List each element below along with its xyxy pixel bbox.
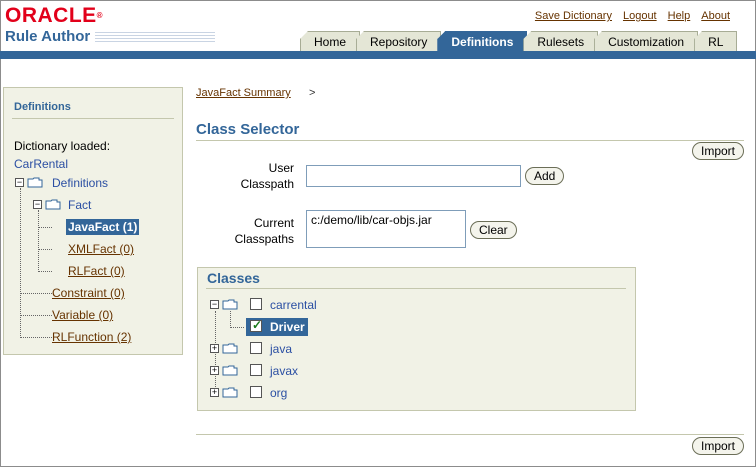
bottom-divider [196,434,744,435]
tree-line [20,188,21,336]
product-name: Rule Author [5,28,91,45]
class-node-carrental[interactable]: carrental [270,298,317,312]
collapse-icon[interactable]: − [15,178,24,187]
sidebar-divider [12,118,174,119]
classes-title: Classes [207,270,260,286]
folder-icon [222,387,238,398]
tree-line [38,249,52,250]
add-button[interactable]: Add [525,167,565,185]
breadcrumb-separator: > [309,87,316,99]
checkbox-javax[interactable] [250,364,262,376]
class-node-org[interactable]: org [270,386,287,400]
folder-icon [27,177,43,188]
folder-icon [222,299,238,310]
tree-line [38,210,39,270]
breadcrumb-javafact-summary[interactable]: JavaFact Summary [196,87,291,99]
tree-node-javafact[interactable]: JavaFact (1) [66,219,140,235]
tab-customization[interactable]: Customization [594,31,699,51]
page-title: Class Selector [196,121,300,138]
tree-node-variable[interactable]: Variable (0) [52,308,113,322]
help-link[interactable]: Help [668,10,691,22]
import-button-top[interactable]: Import [692,142,745,160]
clear-button[interactable]: Clear [470,221,517,239]
tab-home[interactable]: Home [300,31,361,51]
dictionary-loaded-label: Dictionary loaded: [14,139,111,153]
dictionary-name: CarRental [14,157,69,171]
tree-node-definitions[interactable]: Definitions [52,176,108,190]
classpath-entry[interactable]: c:/demo/lib/car-objs.jar [311,213,432,227]
oracle-logo: ORACLE® [5,4,104,27]
tree-node-fact[interactable]: Fact [68,198,91,212]
current-classpaths-list[interactable]: c:/demo/lib/car-objs.jar [306,210,466,248]
tab-rulesets[interactable]: Rulesets [523,31,599,51]
checkbox-java[interactable] [250,342,262,354]
expand-icon[interactable]: + [210,344,219,353]
class-node-driver[interactable]: Driver [270,320,305,334]
tree-line [20,337,52,338]
checkbox-driver[interactable] [250,318,262,332]
tree-node-xmlfact[interactable]: XMLFact (0) [68,242,134,256]
current-classpaths-label: Current Classpaths [234,216,294,246]
expand-icon[interactable]: + [210,366,219,375]
save-dictionary-link[interactable]: Save Dictionary [535,10,612,22]
tree-line [38,227,52,228]
product-decoration [95,32,215,42]
tab-repository[interactable]: Repository [356,31,442,51]
class-node-java[interactable]: java [270,342,292,356]
tab-rl[interactable]: RL [694,31,738,51]
folder-icon [222,365,238,376]
title-divider [196,140,744,141]
expand-icon[interactable]: + [210,388,219,397]
tab-definitions[interactable]: Definitions [437,31,528,51]
sidebar-title: Definitions [14,101,71,113]
user-classpath-label: User Classpath [240,161,294,191]
tree-line [38,271,52,272]
folder-icon [222,343,238,354]
tree-node-constraint[interactable]: Constraint (0) [52,286,125,300]
folder-icon [45,199,61,210]
definitions-sidebar: Definitions Dictionary loaded: CarRental… [3,87,183,355]
tree-line [20,315,52,316]
collapse-icon[interactable]: − [210,300,219,309]
collapse-icon[interactable]: − [33,200,42,209]
tree-node-rlfunction[interactable]: RLFunction (2) [52,330,131,344]
tree-line [20,293,52,294]
import-button-bottom[interactable]: Import [692,437,745,455]
checkbox-org[interactable] [250,386,262,398]
classes-panel: Classes − carrental Driver + java + java… [197,267,636,411]
tree-line [230,327,244,328]
tree-node-rlfact[interactable]: RLFact (0) [68,264,125,278]
checkbox-carrental[interactable] [250,298,262,310]
class-node-javax[interactable]: javax [270,364,298,378]
global-links: Save Dictionary Logout Help About [535,10,730,22]
classes-divider [206,288,626,289]
about-link[interactable]: About [701,10,730,22]
tab-underline-bar [0,51,756,59]
user-classpath-input[interactable] [306,165,521,187]
logout-link[interactable]: Logout [623,10,657,22]
tree-line [230,311,231,328]
tab-bar: Home Repository Definitions Rulesets Cus… [300,31,738,51]
